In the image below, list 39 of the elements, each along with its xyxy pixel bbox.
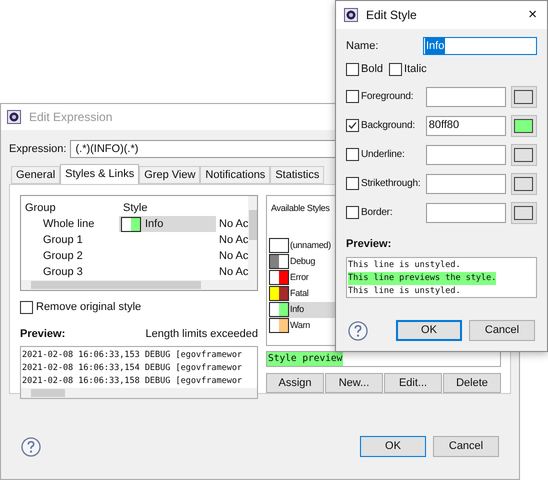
name-label: Name: [346,38,380,54]
table-cell-text: No Ac [218,216,248,232]
table-cell-text: Group 3 [42,264,84,280]
style-name: Error [290,270,308,284]
log-line: 2021-02-08 16:06:33,158 DEBUG [egovframewor [22,375,244,388]
style-name: (unnamed) [290,238,331,252]
table-cell-text: Info [145,216,164,232]
table-cell-text: No Ac [218,248,248,264]
style-name: Debug [290,254,316,268]
selected-text: Info [425,38,446,54]
table-cell-text: No Ac [218,264,248,280]
panel-title: Available Styles [271,202,330,215]
preview-label: Preview: [20,326,66,342]
table-cell-text: Group 2 [42,248,84,264]
style-name: Info [290,302,304,316]
checkbox-label: Border: [361,206,392,220]
style-name: Fatal [290,286,309,300]
table-cell-text: Whole line [42,216,96,232]
expression-label: Expression: [9,142,66,157]
checkbox-label: Remove original style [36,300,142,315]
preview-line: This line is unstyled. [348,259,461,272]
log-line: 2021-02-08 16:06:33,153 DEBUG [egovframewor [22,349,244,362]
checkbox-label: Bold [361,62,384,77]
window-title: Edit Expression [29,109,112,126]
style-name: Warn [290,318,310,332]
style-preview-text: Style preview [267,352,344,366]
column-header: Style [122,200,148,216]
column-header: Group [24,200,57,216]
checkbox-label: Foreground: [361,90,414,104]
length-notice: Length limits exceeded [145,326,258,342]
log-line: 2021-02-08 16:06:33,154 DEBUG [egovframewor [22,362,244,375]
checkbox-label: Italic [404,62,427,77]
window-title: Edit Style [366,7,418,24]
table-cell-text: No Ac [218,232,248,248]
preview-label: Preview: [345,236,392,252]
preview-line: This line is unstyled. [348,285,461,298]
table-cell-text: Group 1 [42,232,84,248]
checkbox-label: Strikethrough: [361,177,420,191]
checkbox-label: Background: [361,119,415,133]
